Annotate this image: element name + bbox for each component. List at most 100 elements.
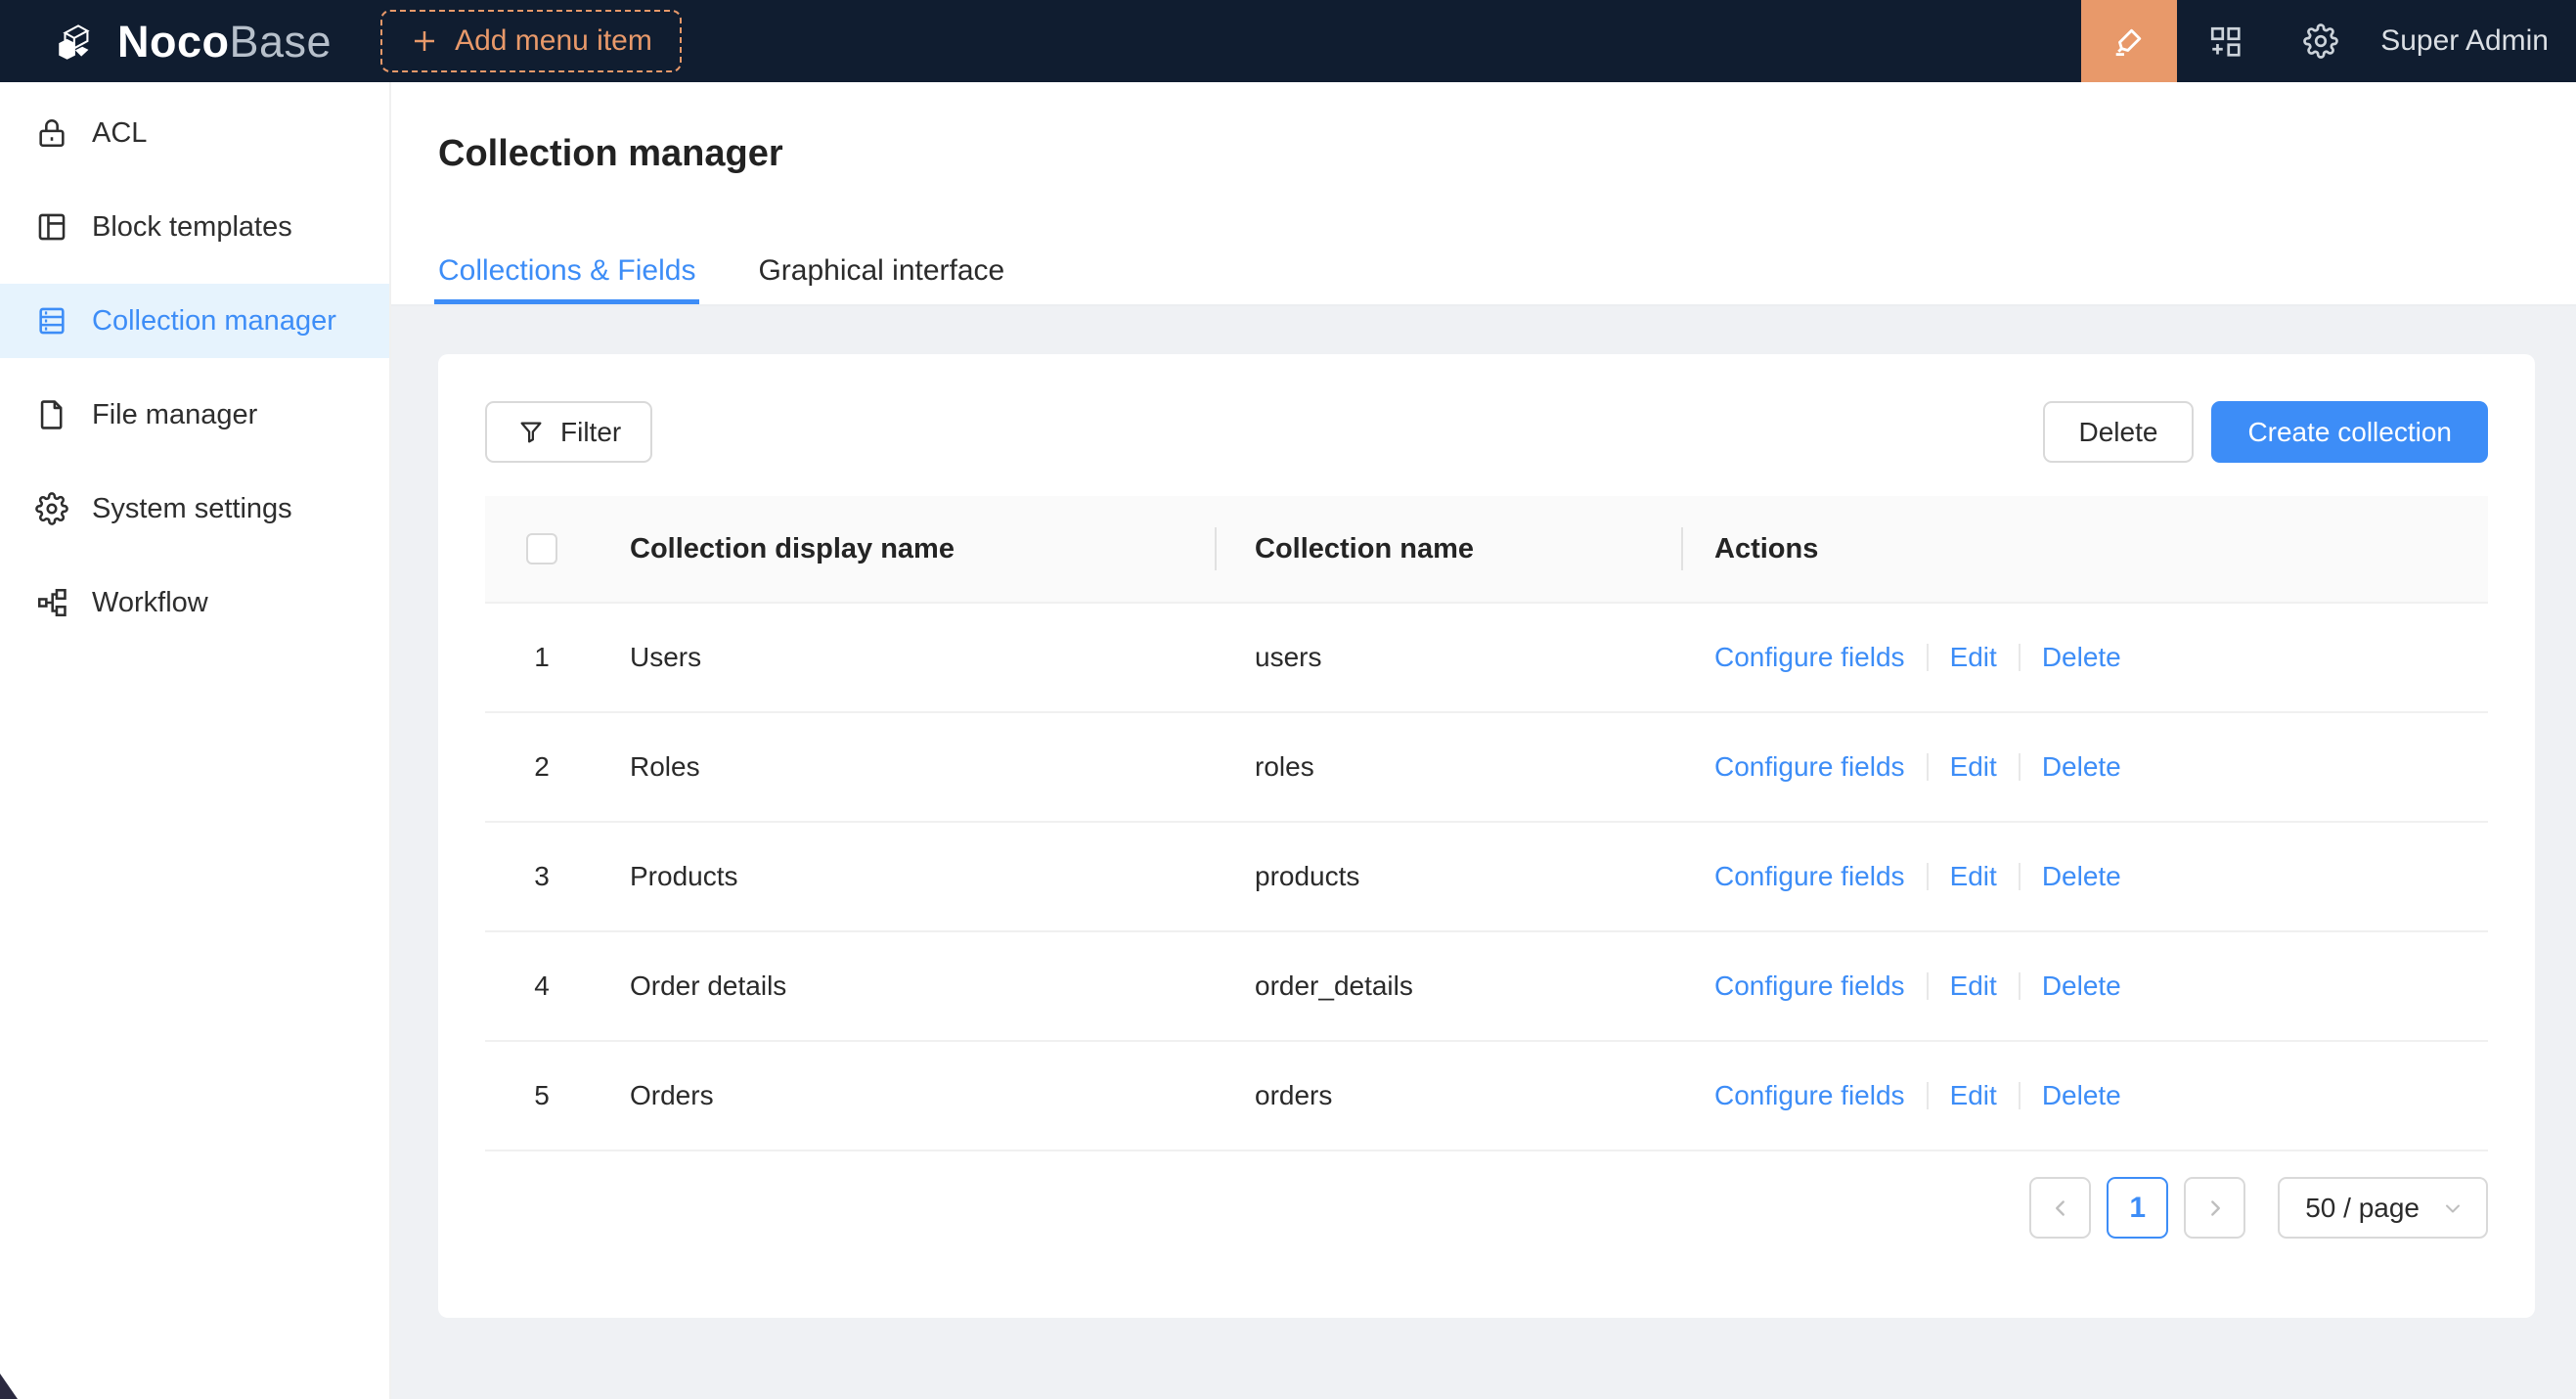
pagination-next-button[interactable] [2184, 1177, 2245, 1239]
add-menu-item-button[interactable]: Add menu item [380, 10, 682, 72]
action-divider [2019, 644, 2021, 671]
sidebar-item-acl[interactable]: ACL [0, 96, 389, 170]
partition-icon [35, 586, 68, 619]
plugins-button[interactable] [2177, 0, 2273, 82]
filter-label: Filter [560, 417, 621, 448]
cell-actions: Configure fields Edit Delete [1683, 1080, 2488, 1111]
brand-name: NocoBase [117, 20, 332, 64]
settings-button[interactable] [2273, 0, 2369, 82]
add-menu-item-label: Add menu item [455, 24, 652, 58]
select-all-checkbox[interactable] [526, 533, 557, 564]
tab-graphical-interface[interactable]: Graphical interface [758, 254, 1004, 304]
page-header: Collection manager Collections & Fields … [391, 82, 2576, 306]
filter-icon [516, 418, 546, 447]
chevron-down-icon [2441, 1196, 2465, 1220]
action-divider [2019, 753, 2021, 781]
cell-name: orders [1217, 1080, 1683, 1111]
chevron-right-icon [2202, 1196, 2228, 1221]
main-area: Collection manager Collections & Fields … [391, 82, 2576, 1399]
gear-icon [35, 492, 68, 525]
app-window: NocoBase Add menu item [0, 0, 2576, 1399]
cell-name: order_details [1217, 970, 1683, 1002]
row-index: 1 [534, 642, 550, 673]
gear-icon [2303, 23, 2338, 59]
page-size-value: 50 / page [2305, 1193, 2420, 1224]
table-row: 5 Orders orders Configure fields Edit De… [485, 1042, 2488, 1151]
edit-link[interactable]: Edit [1950, 1080, 1997, 1111]
sidebar-item-label: File manager [92, 399, 257, 431]
pagination: 1 50 / page [485, 1177, 2488, 1239]
table-row: 4 Order details order_details Configure … [485, 932, 2488, 1042]
action-divider [1927, 863, 1929, 890]
row-index: 2 [534, 751, 550, 783]
action-divider [1927, 972, 1929, 1000]
configure-fields-link[interactable]: Configure fields [1714, 861, 1905, 892]
configure-fields-link[interactable]: Configure fields [1714, 1080, 1905, 1111]
configure-fields-link[interactable]: Configure fields [1714, 751, 1905, 783]
edit-link[interactable]: Edit [1950, 642, 1997, 673]
table-row: 1 Users users Configure fields Edit Dele… [485, 604, 2488, 713]
delete-link[interactable]: Delete [2042, 970, 2121, 1002]
sidebar-item-collection-manager[interactable]: Collection manager [0, 284, 389, 358]
cell-name: users [1217, 642, 1683, 673]
cell-actions: Configure fields Edit Delete [1683, 970, 2488, 1002]
table-row: 2 Roles roles Configure fields Edit Dele… [485, 713, 2488, 823]
cell-actions: Configure fields Edit Delete [1683, 751, 2488, 783]
action-divider [2019, 863, 2021, 890]
chevron-left-icon [2048, 1196, 2073, 1221]
delete-button[interactable]: Delete [2043, 401, 2195, 463]
cell-display-name: Order details [599, 970, 1217, 1002]
delete-link[interactable]: Delete [2042, 1080, 2121, 1111]
header-select-cell [485, 533, 599, 564]
sidebar-item-label: Collection manager [92, 305, 336, 338]
layout-icon [35, 210, 68, 244]
configure-fields-link[interactable]: Configure fields [1714, 970, 1905, 1002]
column-header-name: Collection name [1217, 533, 1683, 565]
delete-link[interactable]: Delete [2042, 642, 2121, 673]
edit-link[interactable]: Edit [1950, 970, 1997, 1002]
cell-display-name: Users [599, 642, 1217, 673]
pagination-page-1[interactable]: 1 [2107, 1177, 2168, 1239]
configure-fields-link[interactable]: Configure fields [1714, 642, 1905, 673]
topbar: NocoBase Add menu item [0, 0, 2576, 82]
plus-icon [410, 26, 439, 56]
column-header-actions: Actions [1683, 533, 2488, 565]
lock-icon [35, 116, 68, 150]
column-header-display-name: Collection display name [599, 533, 1217, 565]
table-header: Collection display name Collection name … [485, 496, 2488, 604]
row-index: 5 [534, 1080, 550, 1111]
page-size-select[interactable]: 50 / page [2278, 1177, 2488, 1239]
sidebar-item-block-templates[interactable]: Block templates [0, 190, 389, 264]
action-divider [2019, 1082, 2021, 1109]
sidebar-item-system-settings[interactable]: System settings [0, 472, 389, 546]
action-divider [1927, 753, 1929, 781]
pagination-prev-button[interactable] [2029, 1177, 2091, 1239]
action-divider [2019, 972, 2021, 1000]
row-index: 3 [534, 861, 550, 892]
tab-collections-fields[interactable]: Collections & Fields [438, 254, 695, 304]
file-icon [35, 398, 68, 431]
cell-actions: Configure fields Edit Delete [1683, 861, 2488, 892]
action-divider [1927, 1082, 1929, 1109]
filter-button[interactable]: Filter [485, 401, 652, 463]
delete-link[interactable]: Delete [2042, 861, 2121, 892]
sidebar-item-workflow[interactable]: Workflow [0, 565, 389, 640]
cell-name: roles [1217, 751, 1683, 783]
nocobase-logo-icon [53, 17, 102, 66]
sidebar-item-label: Workflow [92, 587, 208, 619]
brand-logo: NocoBase [0, 17, 332, 66]
cell-name: products [1217, 861, 1683, 892]
sidebar-item-file-manager[interactable]: File manager [0, 378, 389, 452]
sidebar-item-label: ACL [92, 117, 147, 150]
create-collection-button[interactable]: Create collection [2211, 401, 2488, 463]
ui-editor-button[interactable] [2081, 0, 2177, 82]
page-title: Collection manager [438, 133, 2576, 175]
row-index: 4 [534, 970, 550, 1002]
cell-display-name: Products [599, 861, 1217, 892]
user-menu[interactable]: Super Admin [2380, 24, 2549, 58]
delete-link[interactable]: Delete [2042, 751, 2121, 783]
edit-link[interactable]: Edit [1950, 861, 1997, 892]
table-row: 3 Products products Configure fields Edi… [485, 823, 2488, 932]
edit-link[interactable]: Edit [1950, 751, 1997, 783]
cell-display-name: Roles [599, 751, 1217, 783]
